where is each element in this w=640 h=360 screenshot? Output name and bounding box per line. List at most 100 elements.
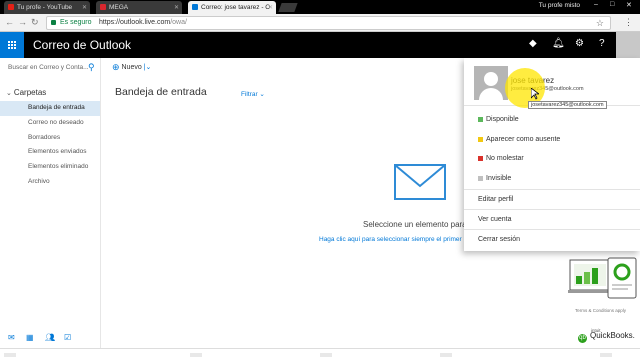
app-launcher-icon[interactable] (0, 32, 24, 58)
filter-button[interactable]: Filtrar ⌄ (241, 90, 265, 98)
url-host: https://outlook.live.com (99, 19, 171, 26)
edit-profile-link[interactable]: Editar perfil (478, 196, 513, 203)
chevron-down-icon[interactable]: |⌄ (144, 64, 152, 71)
calendar-icon[interactable]: ▦ (26, 333, 34, 342)
new-label: Nuevo (121, 64, 142, 71)
status-do-not-disturb[interactable]: No molestar (478, 155, 524, 162)
search-icon[interactable]: ⚲ (88, 62, 95, 73)
folders-header-label: Carpetas (13, 88, 47, 97)
back-icon[interactable]: ← (5, 17, 14, 27)
search-input[interactable]: Buscar en Correo y Conta... (8, 64, 89, 71)
app-title[interactable]: Correo de Outlook (33, 38, 131, 52)
bookmark-star-icon[interactable]: ☆ (596, 18, 604, 29)
people-icon[interactable]: 👥︎ (45, 333, 55, 342)
quickbooks-label: QuickBooks. (590, 331, 635, 340)
mega-icon (100, 4, 106, 10)
status-away[interactable]: Aparecer como ausente (478, 136, 560, 143)
status-label: Disponible (486, 116, 519, 123)
folder-inbox[interactable]: Bandeja de entrada (0, 101, 100, 116)
folder-deleted[interactable]: Elementos eliminado (0, 160, 100, 175)
chevron-down-icon: ⌄ (6, 90, 14, 97)
new-button[interactable]: ⊕ Nuevo |⌄ (112, 62, 151, 73)
avatar-head (484, 72, 498, 86)
close-window-icon[interactable]: ✕ (626, 1, 632, 9)
folder-sent[interactable]: Elementos enviados (0, 145, 100, 160)
url-text: https://outlook.live.com/owa/ (99, 19, 187, 26)
plus-icon: ⊕ (112, 62, 120, 72)
quickbooks-logo[interactable]: intuit qb QuickBooks. (578, 328, 635, 343)
tab-mega[interactable]: MEGA ✕ (96, 1, 182, 14)
tab-title: MEGA (109, 4, 129, 11)
close-icon[interactable]: ✕ (82, 4, 87, 11)
folder-pane: ⌄ Carpetas Bandeja de entrada Correo no … (0, 86, 100, 190)
module-switcher: ✉ ▦ 👥︎ ☑ (0, 333, 100, 345)
search-box[interactable]: Buscar en Correo y Conta... ⚲ (0, 58, 100, 78)
empty-reading-pane-message: Seleccione un elemento para (363, 220, 467, 229)
tasks-icon[interactable]: ☑ (64, 333, 71, 342)
divider (464, 189, 640, 190)
settings-gear-icon[interactable]: ⚙ (575, 38, 584, 49)
tab-title: Tu profe - YouTube (17, 4, 73, 11)
pane-divider (100, 58, 101, 348)
filter-label: Filtrar (241, 91, 258, 98)
reload-icon[interactable]: ↻ (31, 17, 39, 28)
help-icon[interactable]: ? (599, 38, 605, 49)
sign-out-link[interactable]: Cerrar sesión (478, 236, 520, 243)
strip-block (190, 353, 202, 357)
email-tooltip: josetavarez345@outlook.com (528, 101, 607, 109)
youtube-icon (8, 4, 14, 10)
mail-icon[interactable]: ✉ (8, 333, 15, 342)
folders-header[interactable]: ⌄ Carpetas (0, 86, 100, 101)
folder-drafts[interactable]: Borradores (0, 131, 100, 146)
divider (464, 209, 640, 210)
close-icon[interactable]: ✕ (174, 4, 179, 11)
strip-block (440, 353, 452, 357)
status-invisible[interactable]: Invisible (478, 175, 511, 182)
mail-list-title: Bandeja de entrada (115, 86, 207, 98)
view-account-link[interactable]: Ver cuenta (478, 216, 511, 223)
browser-profile[interactable]: Tu profe misto (539, 2, 580, 9)
minimize-icon[interactable]: – (594, 1, 598, 8)
outlook-icon (192, 4, 198, 10)
strip-block (600, 353, 612, 357)
browser-menu-icon[interactable]: ⋮ (624, 17, 633, 28)
divider (464, 229, 640, 230)
tab-outlook[interactable]: Correo: jose tavarez - O ✕ (188, 1, 276, 14)
folder-junk[interactable]: Correo no deseado (0, 116, 100, 131)
strip-block (320, 353, 332, 357)
notifications-bell-icon[interactable]: 🔔︎ (552, 38, 565, 49)
status-label: Aparecer como ausente (486, 136, 561, 143)
skype-chat-icon[interactable]: ◆ (529, 38, 537, 49)
tab-youtube[interactable]: Tu profe - YouTube ✕ (4, 1, 90, 14)
new-tab-button[interactable] (278, 3, 298, 12)
url-input[interactable]: Es seguro https://outlook.live.com/owa/ … (46, 16, 611, 30)
envelope-icon (394, 164, 446, 200)
profile-avatar[interactable] (474, 66, 508, 100)
chevron-down-icon: ⌄ (259, 91, 265, 98)
ad-terms: Terms & Conditions apply (575, 308, 627, 313)
bottom-strip (0, 348, 640, 360)
browser-tab-strip: Tu profe - YouTube ✕ MEGA ✕ Correo: jose t… (0, 0, 640, 14)
avatar-body (479, 88, 503, 100)
status-invisible-icon (478, 176, 483, 181)
status-dnd-icon (478, 156, 483, 161)
outlook-header: Correo de Outlook ◆ 🔔︎ ⚙ ? (0, 32, 640, 58)
secure-label: Es seguro (60, 19, 92, 26)
select-first-hint-link[interactable]: Haga clic aquí para seleccionar siempre … (319, 236, 462, 243)
account-avatar[interactable] (616, 32, 640, 58)
status-available-icon (478, 117, 483, 122)
status-away-icon (478, 137, 483, 142)
address-bar: ← → ↻ Es seguro https://outlook.live.com… (0, 14, 640, 32)
quickbooks-icon: qb (578, 334, 587, 343)
folder-archive[interactable]: Archivo (0, 175, 100, 190)
account-menu: jose tavarez josetavarez345@outlook.com … (464, 58, 640, 251)
devices-illustration (568, 257, 637, 299)
lock-icon (51, 20, 56, 25)
forward-icon[interactable]: → (18, 17, 27, 27)
url-path: /owa/ (170, 19, 187, 26)
status-available[interactable]: Disponible (478, 116, 519, 123)
close-icon[interactable]: ✕ (268, 4, 273, 11)
maximize-icon[interactable]: □ (610, 1, 614, 8)
mouse-cursor-icon (531, 88, 539, 100)
status-label: Invisible (486, 175, 512, 182)
